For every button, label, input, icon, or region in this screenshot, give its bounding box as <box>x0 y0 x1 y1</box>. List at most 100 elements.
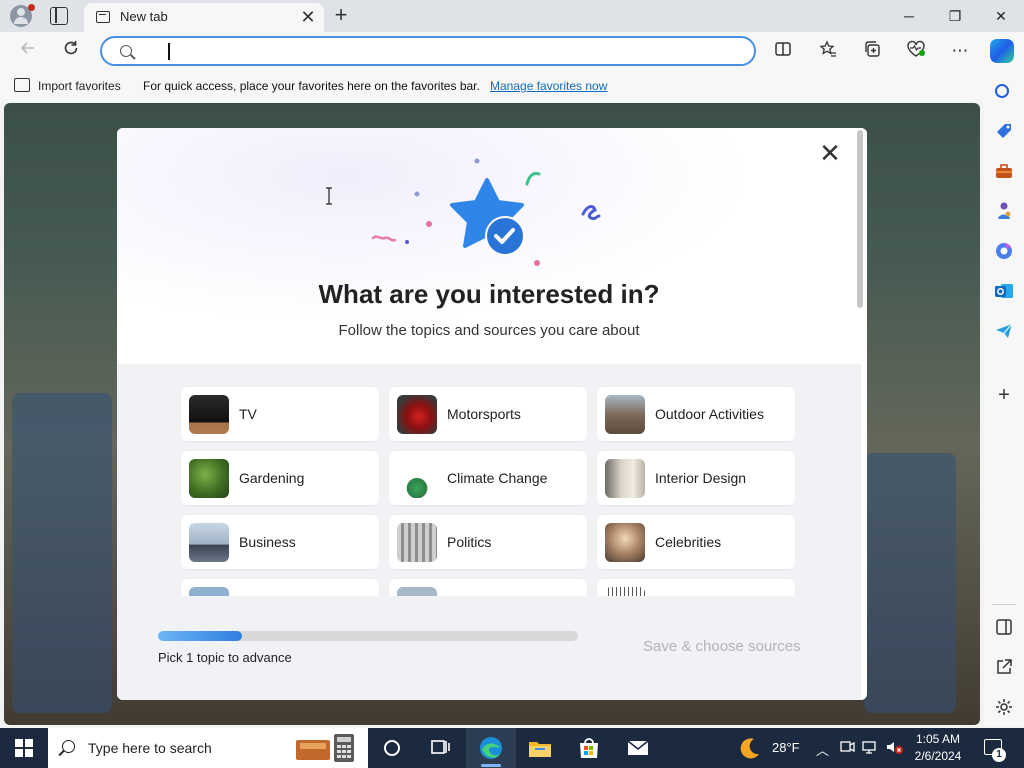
topic-label: Motorsports <box>447 406 521 422</box>
topic-tile-interior-design[interactable]: Interior Design <box>597 451 795 505</box>
weather-temperature[interactable]: 28°F <box>772 740 800 755</box>
more-options-icon[interactable]: ⋯ <box>949 40 971 62</box>
taskbar-search-placeholder: Type here to search <box>88 740 212 756</box>
taskbar-search-icon <box>62 740 75 753</box>
back-arrow-icon <box>20 42 34 54</box>
topic-label: Climate Change <box>447 470 548 486</box>
network-icon[interactable] <box>860 738 878 756</box>
sidebar-add-icon[interactable]: + <box>993 384 1015 406</box>
celebrities-thumb-icon <box>605 523 645 562</box>
topic-tile-partial[interactable] <box>597 579 795 596</box>
sidebar-microsoft365-icon[interactable] <box>993 240 1015 262</box>
microsoft-store-icon[interactable] <box>575 734 603 762</box>
topic-tile-tv[interactable]: TV <box>181 387 379 441</box>
sidebar-drop-icon[interactable] <box>993 320 1015 342</box>
task-view-icon[interactable] <box>426 734 454 762</box>
background-card <box>864 453 956 713</box>
restore-button[interactable]: ❐ <box>932 0 978 32</box>
copilot-icon[interactable] <box>990 39 1014 63</box>
topic-label: Interior Design <box>655 470 747 486</box>
meet-now-icon[interactable] <box>838 738 856 756</box>
minimize-button[interactable]: ─ <box>886 0 932 32</box>
edge-sidebar: + <box>984 70 1024 726</box>
sidebar-shopping-icon[interactable] <box>993 120 1015 142</box>
sidebar-tools-icon[interactable] <box>993 160 1015 182</box>
split-screen-icon[interactable] <box>772 40 794 62</box>
manage-favorites-link[interactable]: Manage favorites now <box>490 79 607 93</box>
tab-title: New tab <box>120 9 168 24</box>
search-highlight-art-icon <box>296 734 354 762</box>
topic-label: Business <box>239 534 296 550</box>
sidebar-settings-icon[interactable] <box>993 696 1015 718</box>
sidebar-outlook-icon[interactable] <box>993 280 1015 302</box>
dialog-title: What are you interested in? <box>318 279 660 309</box>
windows-taskbar: Type here to search 28°F ︿ 1:05 AM 2/6/2… <box>0 728 1024 768</box>
tab-new-tab[interactable]: New tab ✕ <box>84 3 324 32</box>
taskbar-search-box[interactable]: Type here to search <box>48 728 368 768</box>
business-thumb-icon <box>189 523 229 562</box>
topic-tile-climate-change[interactable]: Climate Change <box>389 451 587 505</box>
topic-tile-partial[interactable] <box>389 579 587 596</box>
topics-grid: TV Motorsports Outdoor Activities Garden… <box>117 364 861 596</box>
topic-tile-outdoor-activities[interactable]: Outdoor Activities <box>597 387 795 441</box>
topic-label: Gardening <box>239 470 305 486</box>
topic-thumb-icon <box>605 587 645 596</box>
favorites-hint-text: For quick access, place your favorites h… <box>143 79 480 93</box>
motorsports-thumb-icon <box>397 395 437 434</box>
interior-thumb-icon <box>605 459 645 498</box>
topic-label: Politics <box>447 534 492 550</box>
star-check-icon <box>450 178 525 256</box>
search-icon <box>120 45 132 57</box>
sidebar-divider <box>992 604 1016 605</box>
outdoor-thumb-icon <box>605 395 645 434</box>
progress-fill <box>158 631 242 641</box>
topic-tile-partial[interactable] <box>181 579 379 596</box>
tv-thumb-icon <box>189 395 229 434</box>
text-cursor-icon <box>326 187 332 205</box>
open-in-window-icon[interactable] <box>993 656 1015 678</box>
mail-icon[interactable] <box>624 734 652 762</box>
dialog-close-button[interactable]: ✕ <box>817 140 843 166</box>
tab-close-button[interactable]: ✕ <box>298 7 318 27</box>
new-tab-button[interactable]: + <box>330 4 352 26</box>
topic-label: TV <box>239 406 257 422</box>
topic-thumb-icon <box>189 587 229 596</box>
topic-label: Celebrities <box>655 534 722 550</box>
windows-start-icon[interactable] <box>15 739 33 757</box>
edge-icon[interactable] <box>477 734 505 762</box>
import-favorites-icon <box>14 78 30 92</box>
favorites-star-icon[interactable] <box>817 40 839 62</box>
cortana-icon[interactable] <box>378 734 406 762</box>
topic-tile-celebrities[interactable]: Celebrities <box>597 515 795 569</box>
progress-bar <box>158 631 578 641</box>
new-tab-favicon-icon <box>96 11 110 23</box>
import-favorites-button[interactable]: Import favorites <box>38 79 121 93</box>
topic-tile-gardening[interactable]: Gardening <box>181 451 379 505</box>
tab-actions-icon[interactable] <box>50 7 68 25</box>
save-choose-sources-button[interactable]: Save & choose sources <box>643 638 801 655</box>
refresh-icon <box>64 41 78 55</box>
close-window-button[interactable]: ✕ <box>978 0 1024 32</box>
hide-sidebar-icon[interactable] <box>993 616 1015 638</box>
back-button[interactable] <box>15 38 41 64</box>
topic-tile-politics[interactable]: Politics <box>389 515 587 569</box>
sidebar-search-icon[interactable] <box>995 84 1009 98</box>
topic-tile-business[interactable]: Business <box>181 515 379 569</box>
dialog-scrollbar[interactable] <box>857 130 863 308</box>
collections-icon[interactable] <box>861 40 883 62</box>
background-card <box>12 393 112 713</box>
address-bar[interactable] <box>100 36 756 66</box>
file-explorer-icon[interactable] <box>526 734 554 762</box>
topic-tile-motorsports[interactable]: Motorsports <box>389 387 587 441</box>
weather-moon-icon[interactable] <box>736 734 764 762</box>
refresh-button[interactable] <box>58 38 84 64</box>
show-hidden-icons-icon[interactable]: ︿ <box>816 740 829 759</box>
dialog-footer: Pick 1 topic to advance Save & choose so… <box>117 596 861 700</box>
sidebar-games-icon[interactable] <box>993 200 1015 222</box>
browser-essentials-icon[interactable] <box>905 40 927 62</box>
volume-muted-icon[interactable] <box>884 738 904 756</box>
text-caret <box>168 43 170 60</box>
dialog-subtitle: Follow the topics and sources you care a… <box>338 322 640 339</box>
taskbar-clock[interactable]: 1:05 AM 2/6/2024 <box>908 731 968 765</box>
climate-thumb-icon <box>397 459 437 498</box>
